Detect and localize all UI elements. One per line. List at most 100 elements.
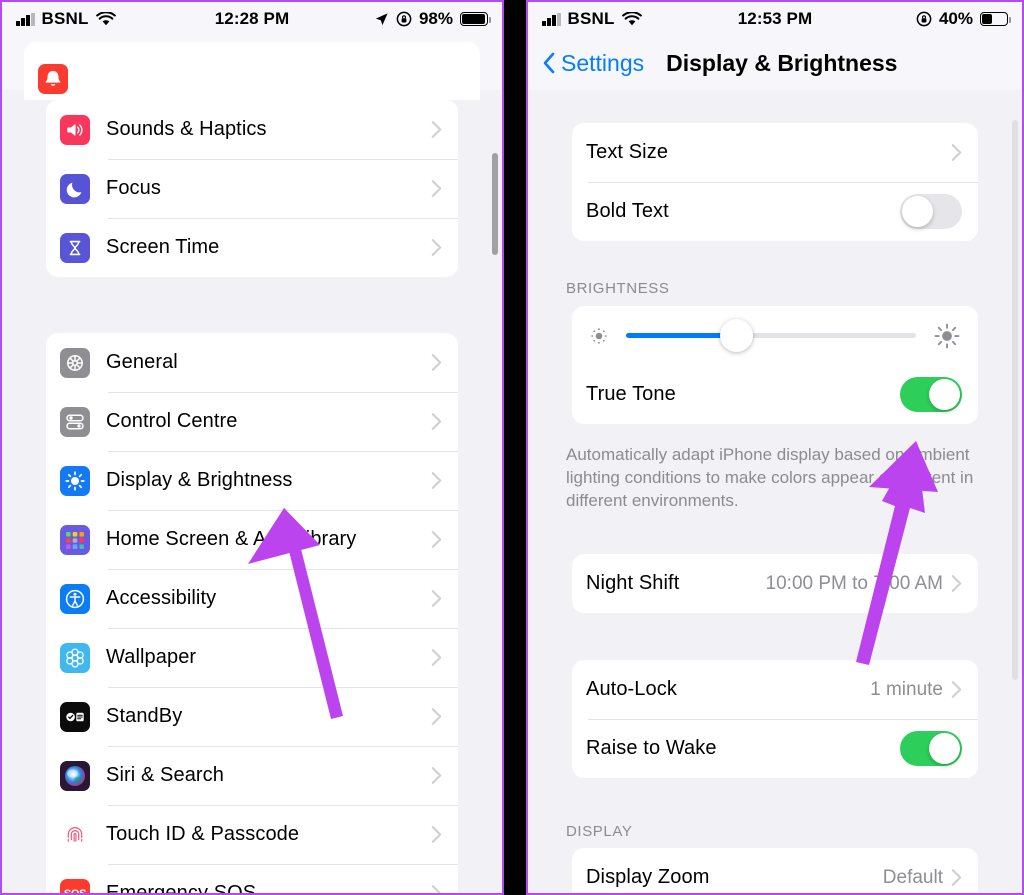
settings-row-auto-lock[interactable]: Auto-Lock 1 minute: [572, 660, 978, 719]
night-shift-group: Night Shift 10:00 PM to 7:00 AM: [572, 554, 978, 613]
settings-row-night-shift[interactable]: Night Shift 10:00 PM to 7:00 AM: [572, 554, 978, 613]
chevron-right-icon: [431, 826, 442, 843]
settings-row-label: Display Zoom: [586, 866, 710, 888]
page-title: Display & Brightness: [666, 49, 898, 76]
screenshot-stage: BSNL 12:28 PM 98% Sounds & Haptics Focus…: [0, 0, 1024, 895]
battery-percent-label: 40%: [938, 9, 973, 28]
brightness-high-icon: [934, 323, 960, 348]
left-scroll-body[interactable]: Sounds & Haptics Focus Screen Time Gener…: [2, 42, 502, 895]
fingerprint-icon: [60, 819, 90, 850]
siri-icon: [60, 760, 90, 791]
right-scroll-body[interactable]: Text Size Bold Text BRIGHTNESS True Tone…: [528, 90, 1022, 893]
settings-row-label: Emergency SOS: [106, 882, 257, 895]
chevron-right-icon: [431, 121, 442, 138]
raise-to-wake-toggle[interactable]: [900, 731, 962, 766]
settings-row-bold-text[interactable]: Bold Text: [572, 182, 978, 241]
night-shift-value: 10:00 PM to 7:00 AM: [765, 572, 943, 594]
settings-row-wallpaper[interactable]: Wallpaper: [46, 628, 458, 687]
sos-icon: SOS: [60, 878, 90, 893]
right-scrollbar[interactable]: [1012, 120, 1018, 680]
standby-icon: [60, 701, 90, 732]
brightness-section-header: BRIGHTNESS: [566, 280, 670, 297]
settings-row-focus[interactable]: Focus: [46, 159, 458, 218]
display-zoom-value: Default: [882, 866, 943, 888]
brightness-group: True Tone: [572, 306, 978, 424]
hourglass-icon: [60, 232, 90, 263]
control-centre-icon: [60, 406, 90, 437]
brightness-icon: [60, 465, 90, 496]
settings-row-standby[interactable]: StandBy: [46, 687, 458, 746]
settings-row-text-size[interactable]: Text Size: [572, 123, 978, 182]
chevron-right-icon: [431, 354, 442, 371]
true-tone-toggle[interactable]: [900, 377, 962, 412]
settings-row-label: Raise to Wake: [586, 737, 717, 759]
settings-row-label: True Tone: [586, 383, 676, 405]
brightness-slider-row[interactable]: [572, 306, 978, 365]
settings-row-label: Siri & Search: [106, 764, 225, 786]
chevron-right-icon: [431, 708, 442, 725]
auto-lock-value: 1 minute: [870, 678, 943, 700]
right-status-bar: BSNL 12:53 PM 40%: [528, 2, 1022, 36]
settings-row-label: Touch ID & Passcode: [106, 823, 300, 845]
settings-row-emergency-sos[interactable]: SOS Emergency SOS: [46, 864, 458, 895]
settings-row-control-centre[interactable]: Control Centre: [46, 392, 458, 451]
settings-row-label: Display & Brightness: [106, 469, 293, 491]
settings-row-sounds-haptics[interactable]: Sounds & Haptics: [46, 100, 458, 159]
text-settings-group: Text Size Bold Text: [572, 123, 978, 241]
settings-row-label: Home Screen & App Library: [106, 528, 357, 550]
gear-icon: [60, 347, 90, 378]
chevron-right-icon: [431, 239, 442, 256]
settings-row-label: Focus: [106, 177, 161, 199]
settings-row-label: General: [106, 351, 178, 373]
chevron-right-icon: [431, 767, 442, 784]
settings-row-label: Screen Time: [106, 236, 220, 258]
settings-group-general: General Control Centre Display & Brightn…: [46, 333, 458, 895]
settings-row-label: StandBy: [106, 705, 183, 727]
chevron-right-icon: [951, 575, 962, 592]
panel-divider: [504, 0, 526, 895]
left-status-bar: BSNL 12:28 PM 98%: [2, 2, 502, 36]
settings-row-raise-to-wake[interactable]: Raise to Wake: [572, 719, 978, 778]
settings-row-true-tone[interactable]: True Tone: [572, 365, 978, 424]
home-screen-icon: [60, 524, 90, 555]
wallpaper-icon: [60, 642, 90, 673]
settings-row-label: Control Centre: [106, 410, 238, 432]
chevron-right-icon: [431, 472, 442, 489]
back-button-label: Settings: [561, 49, 645, 76]
left-phone-screen: BSNL 12:28 PM 98% Sounds & Haptics Focus…: [0, 0, 504, 895]
settings-row-label: Sounds & Haptics: [106, 118, 267, 140]
settings-row-label: Text Size: [586, 141, 669, 163]
battery-icon: [980, 12, 1011, 26]
display-group: Display Zoom Default: [572, 848, 978, 893]
chevron-left-icon: [543, 52, 555, 74]
settings-row-general[interactable]: General: [46, 333, 458, 392]
settings-row-label: Night Shift: [586, 572, 680, 594]
settings-row-accessibility[interactable]: Accessibility: [46, 569, 458, 628]
brightness-slider-track[interactable]: [626, 319, 916, 352]
left-scrollbar[interactable]: [492, 153, 498, 255]
settings-row-home-screen[interactable]: Home Screen & App Library: [46, 510, 458, 569]
settings-row-label: Auto-Lock: [586, 678, 677, 700]
chevron-right-icon: [951, 869, 962, 886]
settings-row-touch-id-passcode[interactable]: Touch ID & Passcode: [46, 805, 458, 864]
settings-row-siri-search[interactable]: Siri & Search: [46, 746, 458, 805]
speaker-icon: [60, 114, 90, 145]
settings-row-display-brightness[interactable]: Display & Brightness: [46, 451, 458, 510]
settings-row-label: Wallpaper: [106, 646, 197, 668]
chevron-right-icon: [431, 413, 442, 430]
bold-text-toggle[interactable]: [900, 194, 962, 229]
brightness-low-icon: [591, 327, 607, 344]
back-button[interactable]: Settings: [542, 50, 644, 77]
settings-row-label: Bold Text: [586, 200, 669, 222]
true-tone-footnote: Automatically adapt iPhone display based…: [566, 445, 974, 510]
right-nav-bar: Settings Display & Brightness: [528, 36, 1022, 90]
partial-row-notifications[interactable]: [24, 42, 480, 100]
accessibility-icon: [60, 583, 90, 614]
chevron-right-icon: [431, 180, 442, 197]
settings-row-screen-time[interactable]: Screen Time: [46, 218, 458, 277]
settings-row-display-zoom[interactable]: Display Zoom Default: [572, 848, 978, 893]
chevron-right-icon: [431, 590, 442, 607]
right-phone-screen: BSNL 12:53 PM 40% Settings Display & Bri…: [526, 0, 1024, 895]
chevron-right-icon: [951, 681, 962, 698]
chevron-right-icon: [431, 649, 442, 666]
